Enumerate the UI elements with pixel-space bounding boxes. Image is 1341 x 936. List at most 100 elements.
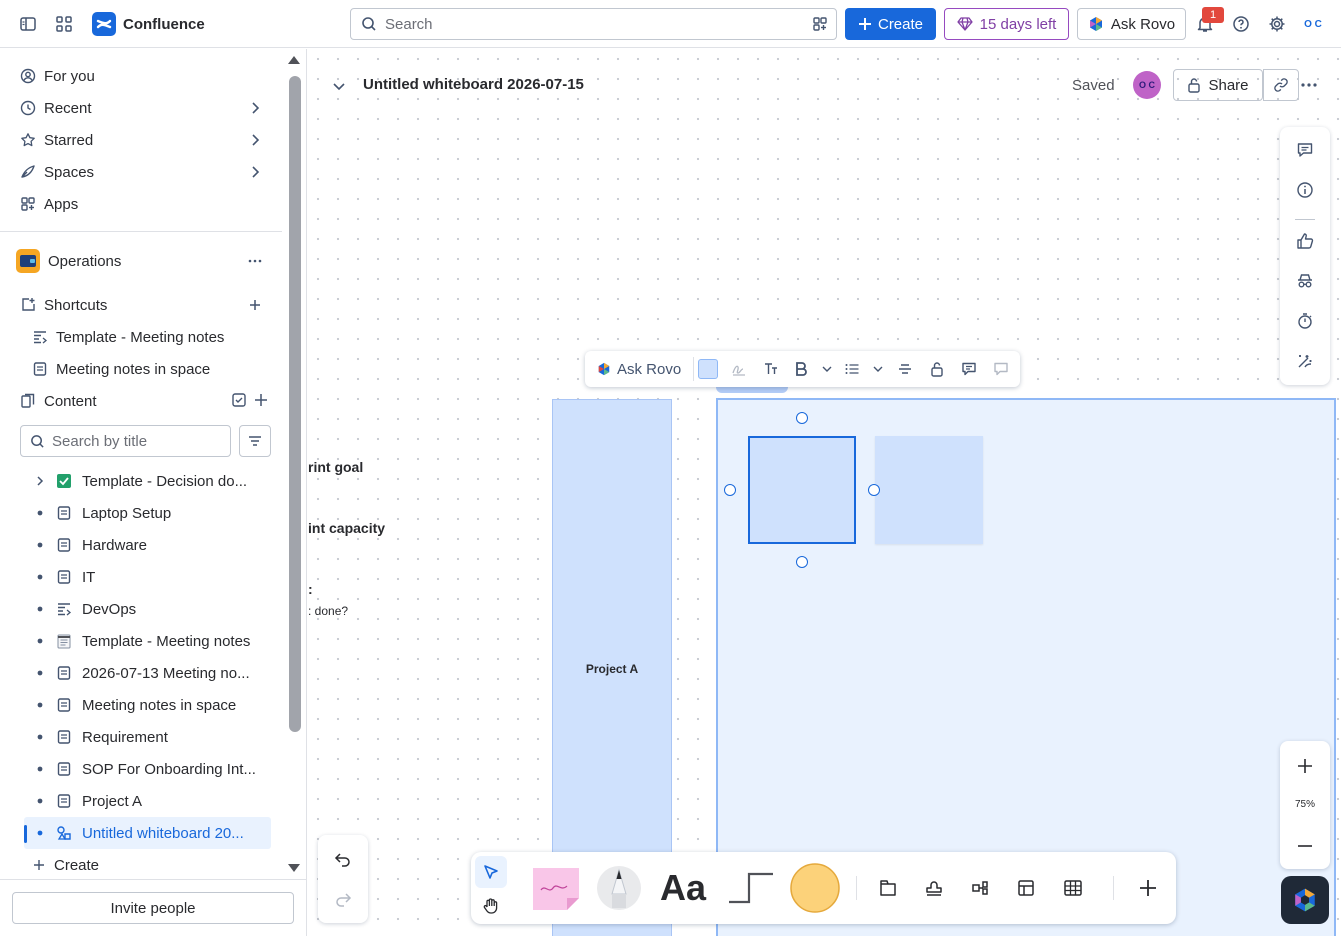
- strikethrough-icon[interactable]: [895, 359, 915, 379]
- loop-components-icon[interactable]: [968, 876, 992, 900]
- sticky-note[interactable]: [875, 436, 983, 544]
- content-tree-item[interactable]: 2026-07-13 Meeting no...: [24, 657, 271, 689]
- settings-gear-icon[interactable]: [1263, 10, 1291, 38]
- chevron-right-icon[interactable]: [24, 475, 56, 487]
- content-tree-item[interactable]: Laptop Setup: [24, 497, 271, 529]
- info-icon[interactable]: [1293, 178, 1317, 202]
- sidebar-item-apps[interactable]: Apps: [12, 188, 270, 220]
- content-header[interactable]: Content: [12, 385, 270, 417]
- pen-tool-icon[interactable]: [595, 864, 643, 912]
- zoom-in-icon[interactable]: [1296, 757, 1314, 775]
- collaborator-avatar[interactable]: O C: [1133, 71, 1161, 99]
- content-tree-item[interactable]: Template - Decision do...: [24, 465, 271, 497]
- resize-handle-bottom[interactable]: [796, 556, 808, 568]
- scrollbar-thumb[interactable]: [289, 76, 301, 732]
- content-tree-item[interactable]: DevOps: [24, 593, 271, 625]
- resize-handle-right[interactable]: [868, 484, 880, 496]
- whiteboard-canvas[interactable]: Untitled whiteboard 2026-07-15 Saved O C…: [308, 49, 1341, 936]
- chevron-right-icon[interactable]: [248, 133, 262, 147]
- bold-icon[interactable]: [791, 359, 811, 379]
- frame-tool-icon[interactable]: [876, 876, 900, 900]
- whiteboard-title[interactable]: Untitled whiteboard 2026-07-15: [363, 76, 584, 93]
- copy-link-button[interactable]: [1263, 69, 1299, 101]
- shape-tool-icon[interactable]: [789, 862, 841, 914]
- column-label-project-a[interactable]: Project A: [552, 662, 672, 676]
- app-switcher-icon[interactable]: [50, 10, 78, 38]
- incognito-icon[interactable]: [1293, 269, 1317, 293]
- sidebar-item-starred[interactable]: Starred: [12, 124, 270, 156]
- table-tool-icon[interactable]: [1061, 876, 1085, 900]
- shortcut-item[interactable]: Template - Meeting notes: [12, 321, 270, 353]
- template-tool-icon[interactable]: [1014, 876, 1038, 900]
- signature-icon[interactable]: [729, 359, 749, 379]
- zoom-out-icon[interactable]: [1296, 837, 1314, 855]
- share-button[interactable]: Share: [1173, 69, 1263, 101]
- sidebar-item-recent[interactable]: Recent: [12, 92, 270, 124]
- more-options-icon[interactable]: [1300, 78, 1318, 92]
- filter-icon[interactable]: [812, 16, 828, 32]
- comment-icon[interactable]: [1293, 138, 1317, 162]
- context-ask-rovo-button[interactable]: Ask Rovo: [585, 361, 693, 378]
- sidebar-item-spaces[interactable]: Spaces: [12, 156, 270, 188]
- connector-tool-icon[interactable]: [723, 864, 779, 912]
- search-by-title-input[interactable]: Search by title: [20, 425, 231, 457]
- content-tree-item[interactable]: Hardware: [24, 529, 271, 561]
- content-tree-item[interactable]: Requirement: [24, 721, 271, 753]
- content-tree-item[interactable]: Meeting notes in space: [24, 689, 271, 721]
- canvas-text-sprint-goal[interactable]: rint goal: [308, 459, 363, 475]
- rovo-chat-button[interactable]: [1281, 876, 1329, 924]
- add-content-icon[interactable]: [252, 391, 270, 409]
- sticky-note-tool-icon[interactable]: [529, 864, 585, 912]
- fill-color-swatch[interactable]: [697, 359, 719, 379]
- chevron-down-icon[interactable]: [332, 79, 346, 93]
- canvas-text-colon[interactable]: :: [308, 581, 313, 597]
- help-icon[interactable]: [1227, 10, 1255, 38]
- global-search-input[interactable]: Search: [350, 8, 837, 40]
- scroll-down-arrow-icon[interactable]: [287, 862, 301, 874]
- space-header-operations[interactable]: Operations: [12, 245, 270, 277]
- text-tool-icon[interactable]: Aa: [655, 864, 711, 912]
- timer-icon[interactable]: [1293, 309, 1317, 333]
- content-tree-item[interactable]: SOP For Onboarding Int...: [24, 753, 271, 785]
- scroll-up-arrow-icon[interactable]: [287, 54, 301, 66]
- hand-tool-icon[interactable]: [475, 890, 507, 922]
- filter-button[interactable]: [239, 425, 271, 457]
- checklist-icon[interactable]: [230, 391, 248, 409]
- text-size-icon[interactable]: [761, 359, 781, 379]
- content-tree-item[interactable]: Project A: [24, 785, 271, 817]
- resize-handle-top[interactable]: [796, 412, 808, 424]
- selected-sticky-note[interactable]: [748, 436, 856, 544]
- shortcuts-header[interactable]: Shortcuts: [12, 289, 270, 321]
- comment-icon[interactable]: [959, 359, 979, 379]
- add-shortcut-icon[interactable]: [248, 298, 262, 312]
- chevron-right-icon[interactable]: [248, 165, 262, 179]
- chevron-down-icon[interactable]: [868, 359, 888, 379]
- thumbs-up-icon[interactable]: [1293, 229, 1317, 253]
- ask-rovo-button[interactable]: Ask Rovo: [1077, 8, 1186, 40]
- stamp-tool-icon[interactable]: [922, 876, 946, 900]
- zoom-level[interactable]: 75%: [1280, 799, 1330, 810]
- shortcut-item[interactable]: Meeting notes in space: [12, 353, 270, 385]
- confluence-logo[interactable]: Confluence: [92, 12, 205, 36]
- canvas-text-done-question[interactable]: : done?: [308, 604, 348, 618]
- content-tree-item[interactable]: Untitled whiteboard 20...: [24, 817, 271, 849]
- chevron-down-icon[interactable]: [817, 359, 837, 379]
- create-content-button[interactable]: Create: [12, 849, 270, 881]
- sidebar-toggle-icon[interactable]: [14, 10, 42, 38]
- create-button[interactable]: Create: [845, 8, 936, 40]
- content-tree-item[interactable]: IT: [24, 561, 271, 593]
- bullet-list-icon[interactable]: [842, 359, 862, 379]
- image-comment-icon[interactable]: [991, 359, 1011, 379]
- undo-icon[interactable]: [334, 851, 352, 869]
- profile-avatar[interactable]: O C: [1299, 10, 1327, 38]
- sidebar-item-for-you[interactable]: For you: [12, 60, 270, 92]
- magic-wand-icon[interactable]: [1293, 349, 1317, 373]
- trial-button[interactable]: 15 days left: [944, 8, 1069, 40]
- more-options-icon[interactable]: [248, 254, 262, 268]
- select-tool-icon[interactable]: [475, 856, 507, 888]
- unlock-icon[interactable]: [927, 359, 947, 379]
- chevron-right-icon[interactable]: [248, 101, 262, 115]
- more-tools-plus-icon[interactable]: [1136, 876, 1160, 900]
- invite-people-button[interactable]: Invite people: [12, 892, 294, 924]
- canvas-text-sprint-capacity[interactable]: int capacity: [308, 520, 385, 536]
